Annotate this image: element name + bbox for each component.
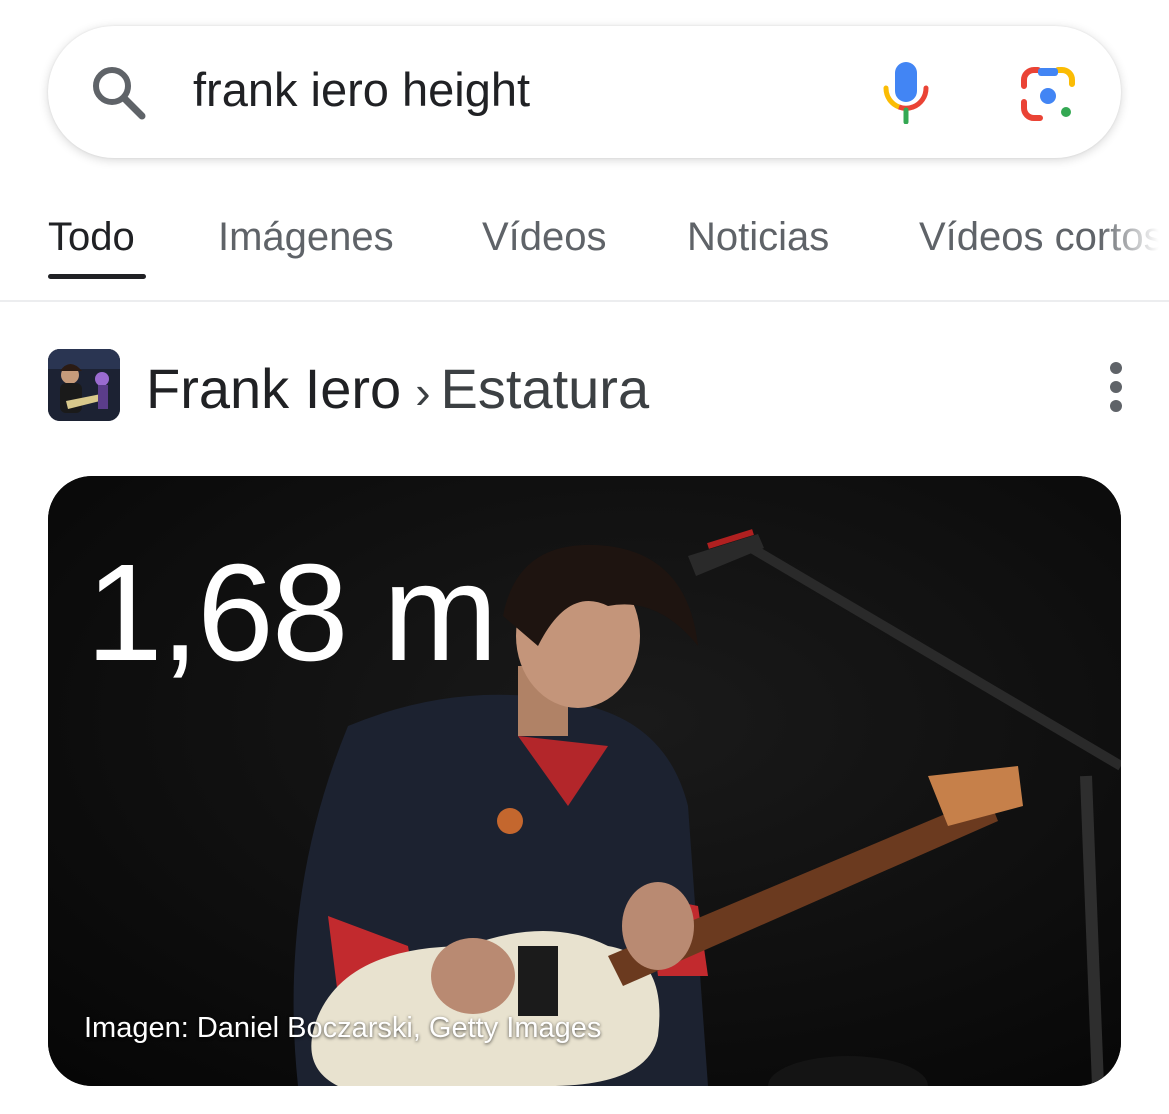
- search-tabs: Todo Imágenes Vídeos Noticias Vídeos cor…: [0, 190, 1169, 300]
- tabs-fade: [1099, 210, 1169, 270]
- breadcrumb-entity[interactable]: Frank Iero: [146, 357, 401, 420]
- breadcrumb-attribute: Estatura: [440, 357, 650, 420]
- tab-imagenes[interactable]: Imágenes: [218, 212, 394, 262]
- tab-noticias[interactable]: Noticias: [687, 212, 829, 262]
- tab-videos[interactable]: Vídeos: [482, 212, 607, 262]
- google-lens-icon[interactable]: [1018, 64, 1078, 124]
- height-answer-card[interactable]: 1,68 m Imagen: Daniel Boczarski, Getty I…: [48, 476, 1121, 1086]
- more-vert-icon[interactable]: [1098, 360, 1134, 414]
- breadcrumb-separator: ›: [415, 366, 431, 418]
- search-icon[interactable]: [88, 62, 148, 122]
- search-input[interactable]: frank iero height: [193, 60, 530, 120]
- entity-thumbnail[interactable]: [48, 349, 120, 421]
- breadcrumb: Frank Iero › Estatura: [146, 358, 649, 423]
- image-credit: Imagen: Daniel Boczarski, Getty Images: [84, 1012, 602, 1044]
- height-value: 1,68 m: [86, 536, 498, 690]
- active-tab-indicator: [48, 274, 146, 279]
- microphone-icon[interactable]: [880, 60, 932, 124]
- tab-todo[interactable]: Todo: [48, 212, 135, 262]
- tabs-divider: [0, 300, 1169, 302]
